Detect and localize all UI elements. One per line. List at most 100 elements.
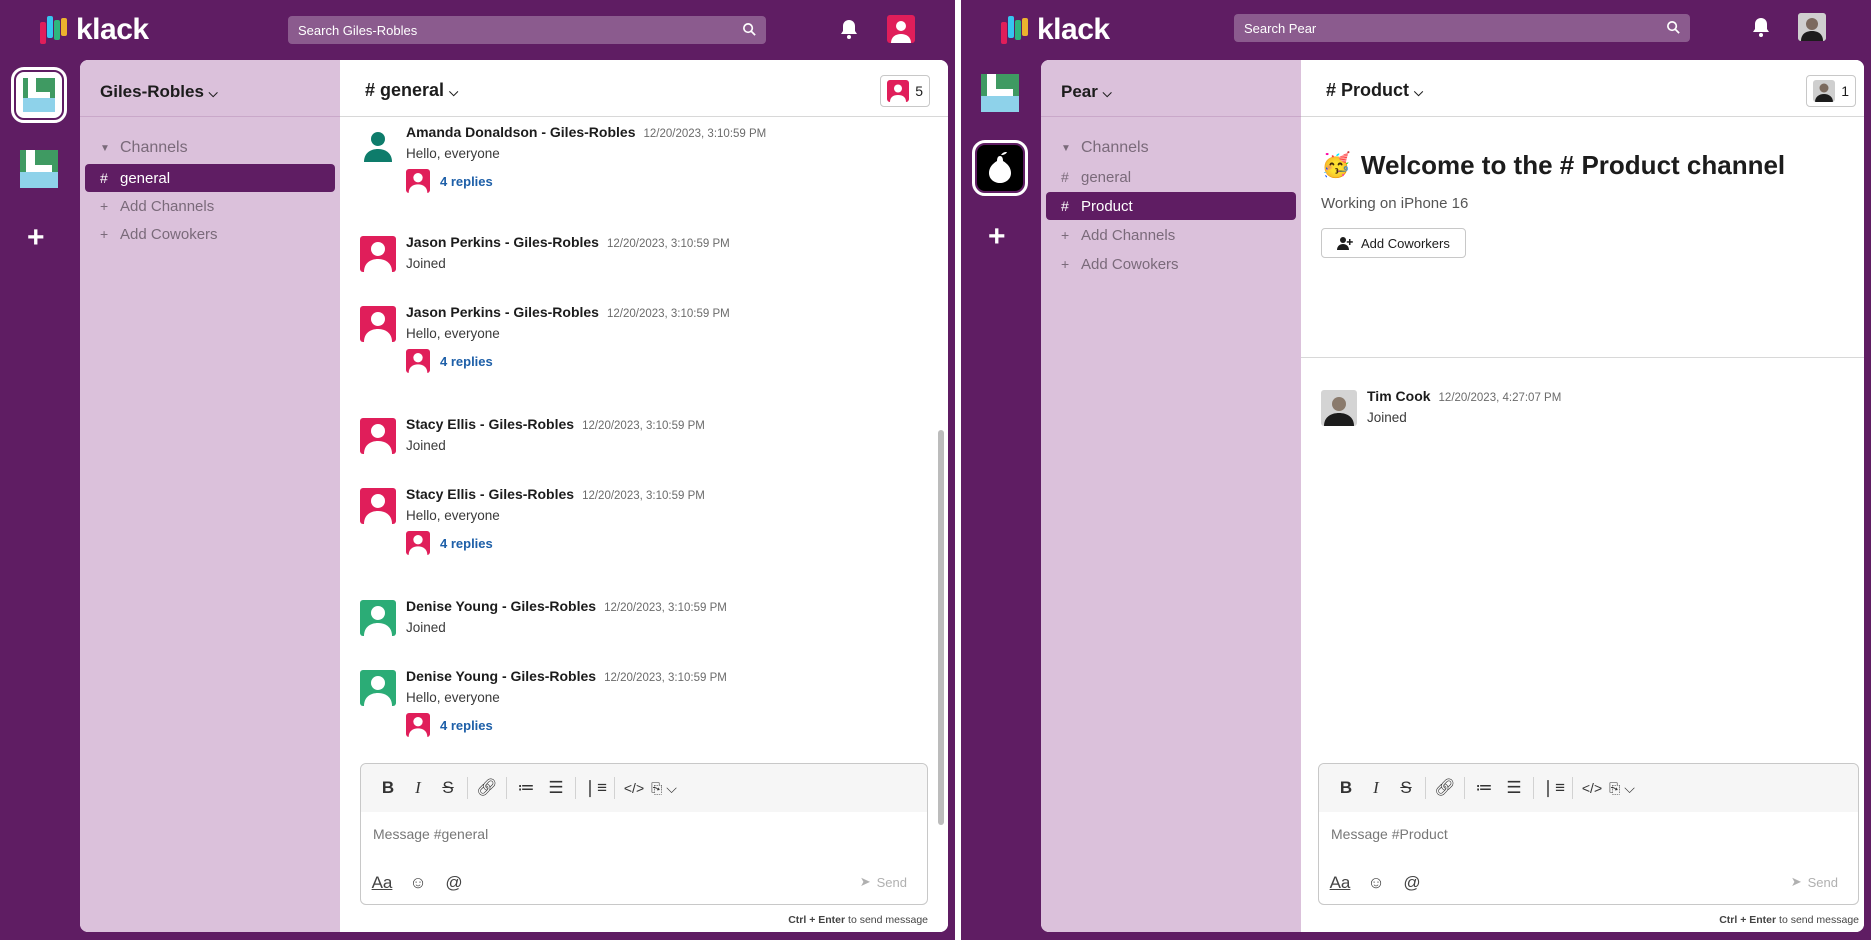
search-input[interactable]: Search Giles-Robles [288, 16, 766, 44]
brand-name: klack [1037, 13, 1110, 46]
send-hint: Ctrl + Enter to send message [1719, 914, 1859, 926]
blockquote-icon[interactable]: ❘≡ [580, 773, 610, 803]
workspace-pear-button[interactable] [972, 140, 1028, 196]
sidebar-divider [80, 116, 340, 117]
code-icon[interactable]: </> [619, 773, 649, 803]
channel-title-menu[interactable]: # Product ⌵ [1326, 80, 1423, 101]
klack-logo[interactable]: klack [1001, 13, 1110, 47]
link-icon[interactable]: 🔗︎ [1430, 773, 1460, 803]
thread-replies-link[interactable]: 4 replies [406, 169, 493, 193]
message-avatar[interactable] [1321, 390, 1357, 426]
code-block-icon[interactable]: ⎘ ⌵ [1607, 773, 1637, 803]
code-block-icon[interactable]: ⎘ ⌵ [649, 773, 679, 803]
send-button[interactable]: ➤ Send [1791, 874, 1838, 890]
reply-avatar [406, 349, 430, 373]
klack-logo[interactable]: klack [40, 13, 149, 47]
sidebar-item-general[interactable]: # general [85, 164, 335, 192]
message-composer: B I S 🔗︎ ≔ ☰ ❘≡ </> ⎘ ⌵ Message #general [360, 763, 928, 905]
sidebar-item-add-cowokers[interactable]: + Add Cowokers [85, 220, 335, 248]
channel-description: Working on iPhone 16 [1321, 195, 1469, 212]
bullet-list-icon[interactable]: ☰ [541, 773, 571, 803]
send-button[interactable]: ➤ Send [860, 874, 907, 890]
thread-replies-link[interactable]: 4 replies [406, 349, 493, 373]
strikethrough-icon[interactable]: S [1391, 773, 1421, 803]
search-input[interactable]: Search Pear [1234, 14, 1690, 42]
sidebar-item-add-cowokers[interactable]: + Add Cowokers [1046, 250, 1296, 278]
thread-replies-link[interactable]: 4 replies [406, 713, 493, 737]
sidebar-item-label: Add Cowokers [1081, 255, 1179, 273]
link-icon[interactable]: 🔗︎ [472, 773, 502, 803]
workspace-logo-icon [981, 74, 1019, 112]
message-avatar[interactable] [360, 236, 396, 272]
emoji-icon[interactable]: ☺ [1365, 872, 1387, 894]
send-hint: Ctrl + Enter to send message [788, 914, 928, 926]
message-author[interactable]: Jason Perkins - Giles-Robles [406, 304, 599, 320]
bold-icon[interactable]: B [373, 773, 403, 803]
scrollbar[interactable] [938, 430, 944, 825]
text-format-icon[interactable]: Aa [371, 872, 393, 894]
channels-section-toggle[interactable]: ▼ Channels [1046, 134, 1296, 162]
member-avatar-icon [1813, 80, 1836, 102]
channels-section-toggle[interactable]: ▼ Channels [85, 134, 335, 162]
code-icon[interactable]: </> [1577, 773, 1607, 803]
message-input[interactable]: Message #Product [1331, 826, 1448, 842]
message-avatar[interactable] [360, 126, 396, 162]
member-count: 1 [1841, 83, 1849, 99]
add-coworkers-button[interactable]: Add Coworkers [1321, 228, 1466, 258]
members-button[interactable]: 5 [880, 75, 930, 107]
app-panel: Giles-Robles ⌵ ▼ Channels # general + Add C… [80, 60, 948, 932]
workspace-giles-robles-button[interactable] [11, 67, 67, 123]
message-avatar[interactable] [360, 488, 396, 524]
bell-icon[interactable] [839, 18, 859, 40]
message-text: Hello, everyone [406, 146, 500, 161]
message-input[interactable]: Message #general [373, 826, 488, 842]
user-avatar[interactable] [1798, 13, 1826, 41]
workspace-rail: + [961, 60, 1041, 940]
workspace-name-menu[interactable]: Giles-Robles ⌵ [100, 82, 218, 102]
message-author[interactable]: Tim Cook [1367, 388, 1431, 404]
add-workspace-button[interactable]: + [988, 222, 1006, 252]
message-author[interactable]: Stacy Ellis - Giles-Robles [406, 486, 574, 502]
text-format-icon[interactable]: Aa [1329, 872, 1351, 894]
user-avatar[interactable] [887, 15, 915, 43]
bullet-list-icon[interactable]: ☰ [1499, 773, 1529, 803]
bell-icon[interactable] [1751, 16, 1771, 38]
thread-replies-link[interactable]: 4 replies [406, 531, 493, 555]
workspace-name-menu[interactable]: Pear ⌵ [1061, 82, 1112, 102]
add-workspace-button[interactable]: + [27, 223, 45, 253]
sidebar-item-add-channels[interactable]: + Add Channels [85, 192, 335, 220]
message-author[interactable]: Denise Young - Giles-Robles [406, 598, 596, 614]
mention-icon[interactable]: @ [1401, 872, 1423, 894]
message-avatar[interactable] [360, 670, 396, 706]
members-button[interactable]: 1 [1806, 75, 1856, 107]
sidebar-item-general[interactable]: # general [1046, 163, 1296, 191]
workspace-rail: + [0, 60, 80, 940]
strikethrough-icon[interactable]: S [433, 773, 463, 803]
klack-window-giles-robles: klack Search Giles-Robles + Giles-Robles… [0, 0, 955, 940]
sidebar-item-product[interactable]: # Product [1046, 192, 1296, 220]
italic-icon[interactable]: I [1361, 773, 1391, 803]
message-author[interactable]: Stacy Ellis - Giles-Robles [406, 416, 574, 432]
workspace-secondary-button[interactable] [16, 146, 62, 192]
bold-icon[interactable]: B [1331, 773, 1361, 803]
reply-avatar [406, 713, 430, 737]
workspace-giles-robles-button[interactable] [977, 70, 1023, 116]
brand-name: klack [76, 13, 149, 46]
blockquote-icon[interactable]: ❘≡ [1538, 773, 1568, 803]
message-author[interactable]: Jason Perkins - Giles-Robles [406, 234, 599, 250]
sidebar-item-add-channels[interactable]: + Add Channels [1046, 221, 1296, 249]
message-avatar[interactable] [360, 306, 396, 342]
channel-title-menu[interactable]: # general ⌵ [365, 80, 458, 101]
mention-icon[interactable]: @ [443, 872, 465, 894]
message-author[interactable]: Denise Young - Giles-Robles [406, 668, 596, 684]
message-avatar[interactable] [360, 418, 396, 454]
composer-actions: Aa ☺ @ [371, 872, 465, 894]
message-author[interactable]: Amanda Donaldson - Giles-Robles [406, 124, 635, 140]
channel-main: # Product ⌵ 1 🥳 Welcome to the # Product… [1301, 60, 1864, 932]
emoji-icon[interactable]: ☺ [407, 872, 429, 894]
ordered-list-icon[interactable]: ≔ [1469, 773, 1499, 803]
message-avatar[interactable] [360, 600, 396, 636]
channel-sidebar: Pear ⌵ ▼ Channels # general # Product + Add … [1041, 60, 1301, 932]
italic-icon[interactable]: I [403, 773, 433, 803]
ordered-list-icon[interactable]: ≔ [511, 773, 541, 803]
